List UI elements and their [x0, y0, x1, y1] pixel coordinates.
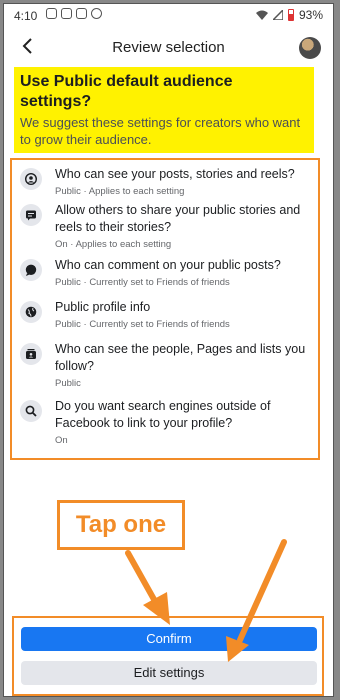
setting-detail: Public [55, 378, 81, 389]
tap-one-callout: Tap one [57, 500, 185, 550]
battery-percent: 93% [298, 8, 323, 22]
globe-icon [20, 301, 42, 323]
setting-question: Who can see the people, Pages and lists … [55, 342, 306, 373]
phone-screen: 4:10 93% Review selection Use Public def… [3, 3, 334, 697]
edit-settings-button[interactable]: Edit settings [21, 661, 317, 685]
action-buttons-highlight: Confirm Edit settings [12, 616, 324, 696]
status-time: 4:10 [14, 9, 38, 23]
page-title: Review selection [112, 39, 225, 56]
avatar[interactable] [299, 37, 321, 59]
setting-detail: Public · Applies to each setting [55, 186, 185, 197]
setting-question: Who can see your posts, stories and reel… [55, 167, 295, 181]
search-icon [20, 400, 42, 422]
instagram-icon [76, 8, 87, 19]
setting-detail: On [55, 435, 68, 446]
setting-detail: Public · Currently set to Friends of fri… [55, 277, 230, 288]
wifi-icon [255, 10, 268, 20]
comment-icon [20, 259, 42, 281]
instagram-icon [46, 8, 57, 19]
confirm-button[interactable]: Confirm [21, 627, 317, 651]
setting-detail: Public · Currently set to Friends of fri… [55, 319, 230, 330]
banner-title: Use Public default audience settings? [20, 73, 233, 110]
slack-icon [91, 8, 102, 19]
banner-subtitle: We suggest these settings for creators w… [20, 115, 301, 147]
share-story-icon [20, 204, 42, 226]
setting-question: Who can comment on your public posts? [55, 258, 281, 272]
lists-icon [20, 343, 42, 365]
highlight-banner: Use Public default audience settings? We… [14, 67, 314, 153]
system-icons: 93% [255, 8, 323, 22]
setting-question: Allow others to share your public storie… [55, 203, 301, 234]
setting-question: Public profile info [55, 300, 151, 314]
settings-list: Who can see your posts, stories and reel… [10, 158, 320, 460]
signal-icon [272, 10, 283, 20]
notification-icons [46, 8, 102, 19]
instagram-icon [61, 8, 72, 19]
header: Review selection [4, 30, 333, 66]
battery-icon [287, 9, 294, 21]
person-circle-icon [20, 168, 42, 190]
setting-detail: On · Applies to each setting [55, 239, 172, 250]
status-bar: 4:10 93% [4, 4, 333, 28]
setting-question: Do you want search engines outside of Fa… [55, 399, 271, 430]
